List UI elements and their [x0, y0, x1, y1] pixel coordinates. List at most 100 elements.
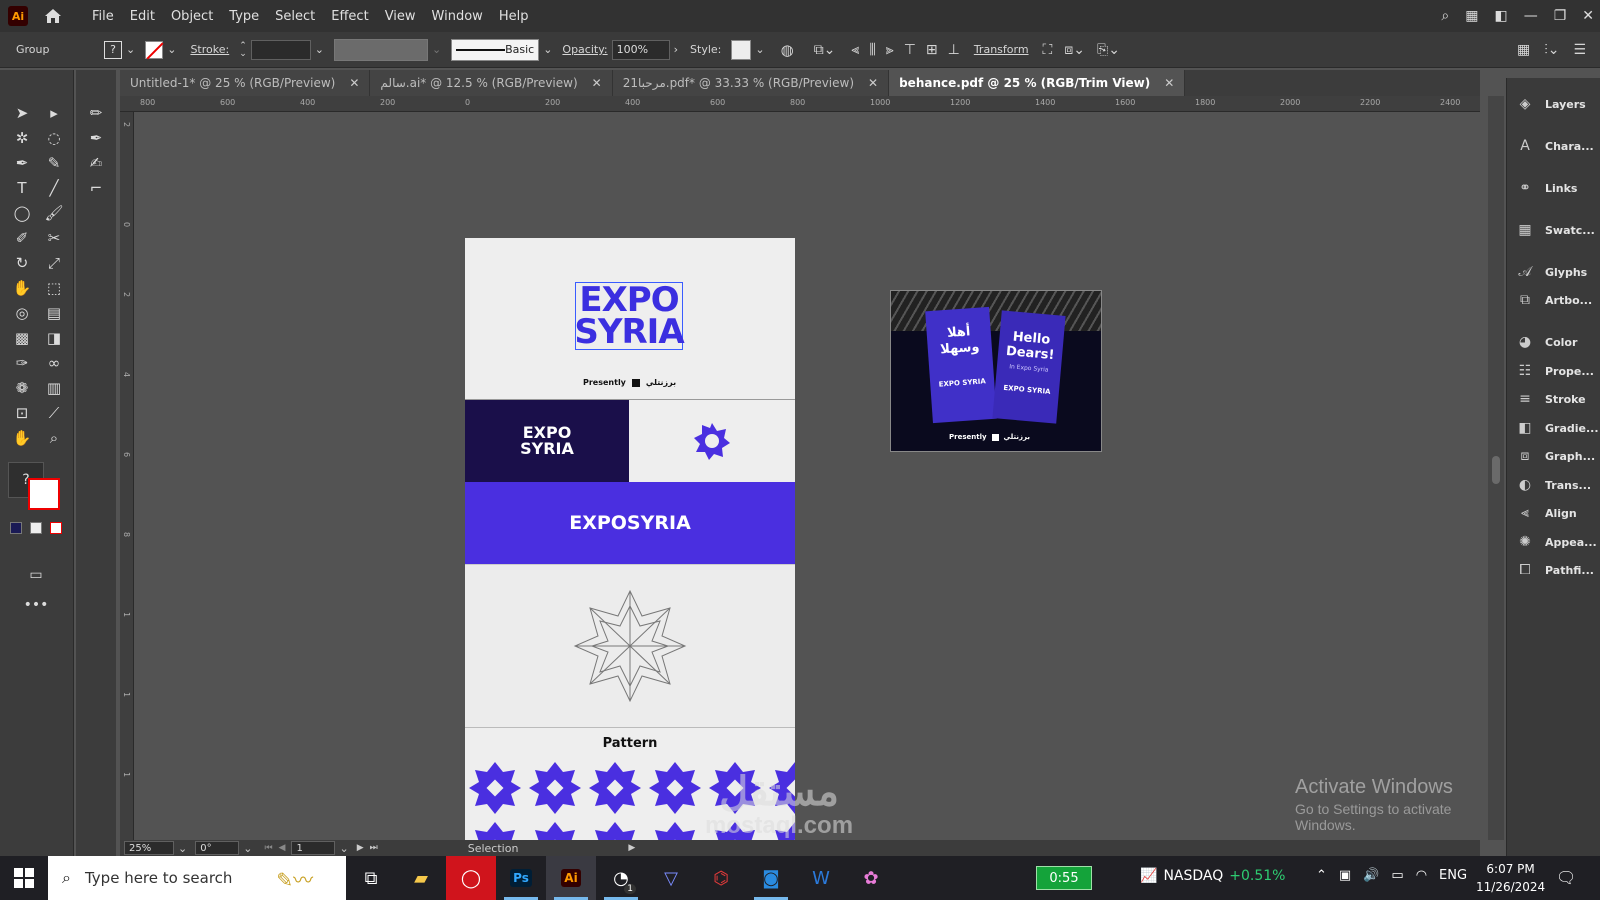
- tab-salem[interactable]: سالم.ai* @ 12.5 % (RGB/Preview) ✕: [370, 70, 613, 96]
- close-icon[interactable]: ✕: [1582, 8, 1594, 24]
- tab-behance[interactable]: behance.pdf @ 25 % (RGB/Trim View) ✕: [889, 70, 1186, 96]
- task-view-icon[interactable]: ⧉: [346, 856, 396, 900]
- panel-pathfinder[interactable]: ⧠ Pathfi...: [1515, 562, 1594, 578]
- horizontal-ruler[interactable]: 800 600 400 200 0 200 400 600 800 1000 1…: [120, 96, 1480, 112]
- scroll-thumb[interactable]: [1492, 456, 1500, 484]
- gradient-mode-icon[interactable]: [30, 522, 42, 534]
- selected-logo-group[interactable]: EXPO SYRIA: [574, 282, 685, 350]
- magic-wand-icon[interactable]: ✲: [10, 127, 34, 149]
- graph-tool-icon[interactable]: ▥: [42, 377, 66, 399]
- align-right-icon[interactable]: ⫸: [886, 42, 894, 58]
- vertical-scrollbar[interactable]: [1488, 96, 1504, 840]
- ellipse-tool-icon[interactable]: ◯: [10, 202, 34, 224]
- file-explorer-icon[interactable]: ▰: [396, 856, 446, 900]
- arrange-icon[interactable]: ⧈⌄: [1064, 42, 1085, 58]
- artboard-tool-icon[interactable]: ⊡: [10, 402, 34, 424]
- artboard-number-field[interactable]: 1: [291, 841, 336, 855]
- clock[interactable]: 6:07 PM 11/26/2024: [1476, 860, 1545, 896]
- rotation-field[interactable]: 0°: [195, 841, 240, 855]
- fill-swatch[interactable]: ? ⌄: [104, 40, 135, 59]
- opera-icon[interactable]: ◯: [446, 856, 496, 900]
- menu-object[interactable]: Object: [163, 9, 221, 24]
- tab-marhaba[interactable]: 21مرحبا.pdf* @ 33.33 % (RGB/Preview) ✕: [612, 70, 890, 96]
- chevron-right-icon[interactable]: ›: [674, 43, 678, 56]
- battery-icon[interactable]: ▭: [1391, 868, 1403, 883]
- align-to-icon[interactable]: ⧉⌄: [814, 42, 836, 58]
- pen-tool-icon[interactable]: ✒: [10, 152, 34, 174]
- acrobat-icon[interactable]: ⌬: [696, 856, 746, 900]
- close-icon[interactable]: ✕: [349, 76, 359, 90]
- prev-artboard-icon[interactable]: ◀: [279, 843, 286, 853]
- volume-icon[interactable]: 🔊: [1363, 868, 1379, 883]
- chevron-up-icon[interactable]: ⌃: [1316, 868, 1327, 883]
- panel-character[interactable]: A Chara...: [1515, 138, 1594, 154]
- photoshop-icon[interactable]: Ps: [496, 856, 546, 900]
- chevron-down-icon[interactable]: ⌄: [339, 842, 348, 855]
- rotate-tool-icon[interactable]: ↻: [10, 252, 34, 274]
- zoom-field[interactable]: 25%: [124, 841, 174, 855]
- tab-untitled[interactable]: Untitled-1* @ 25 % (RGB/Preview) ✕: [120, 70, 371, 96]
- word-icon[interactable]: W: [796, 856, 846, 900]
- opacity-field[interactable]: 100%: [611, 39, 670, 60]
- taskbar-search[interactable]: ⌕ Type here to search ✎〰: [48, 856, 346, 900]
- curvature-tool-icon[interactable]: ✎: [42, 152, 66, 174]
- panel-properties[interactable]: ☷ Prope...: [1515, 363, 1594, 379]
- outlook-icon[interactable]: ◙: [746, 856, 796, 900]
- stock-widget[interactable]: 📈 NASDAQ +0.51%: [1140, 868, 1285, 884]
- corner-tool-icon[interactable]: ⌐: [84, 177, 108, 199]
- menu-select[interactable]: Select: [267, 9, 323, 24]
- stroke-label[interactable]: Stroke:: [190, 43, 229, 56]
- chevron-down-icon[interactable]: ⌄: [178, 842, 187, 855]
- warp-icon[interactable]: ⎘⌄: [1097, 42, 1120, 58]
- blend-tool-icon[interactable]: ∞: [42, 352, 66, 374]
- menu-type[interactable]: Type: [221, 9, 267, 24]
- hand-tool-icon[interactable]: ✋: [10, 427, 34, 449]
- panel-appearance[interactable]: ✺ Appea...: [1515, 534, 1597, 550]
- next-artboard-icon[interactable]: ▶: [357, 843, 364, 853]
- panel-links[interactable]: ⚭ Links: [1515, 180, 1577, 196]
- scissors-icon[interactable]: ✂: [42, 227, 66, 249]
- style-swatch[interactable]: ⌄: [731, 39, 765, 60]
- paintbrush-icon[interactable]: 🖌: [42, 202, 66, 224]
- first-artboard-icon[interactable]: ⏮: [264, 843, 272, 853]
- screen-mode-icon[interactable]: ▭: [24, 564, 48, 586]
- more-tools-icon[interactable]: •••: [24, 594, 49, 616]
- color-mode-icon[interactable]: [10, 522, 22, 534]
- chevron-down-icon[interactable]: ⌄: [543, 43, 552, 56]
- language-indicator[interactable]: ENG: [1439, 868, 1467, 883]
- panel-artboards[interactable]: ⧉ Artbo...: [1515, 292, 1592, 308]
- stroke-weight-field[interactable]: [250, 39, 311, 60]
- zoom-tool-icon[interactable]: ⌕: [42, 427, 66, 449]
- gradient-tool-icon[interactable]: ◨: [42, 327, 66, 349]
- panel-graphic-styles[interactable]: ⧈ Graph...: [1515, 448, 1596, 464]
- align-left-icon[interactable]: ⫷: [851, 42, 859, 58]
- close-icon[interactable]: ✕: [1164, 76, 1174, 90]
- distribute-icon[interactable]: ⫶⌄: [1544, 42, 1559, 58]
- chevron-down-icon[interactable]: ⌄: [167, 43, 176, 56]
- shape-builder-icon[interactable]: ◎: [10, 302, 34, 324]
- align-center-icon[interactable]: ⫼: [869, 42, 875, 58]
- opacity-label[interactable]: Opacity:: [562, 43, 607, 56]
- symbol-sprayer-icon[interactable]: ❁: [10, 377, 34, 399]
- vpn-icon[interactable]: ▽: [646, 856, 696, 900]
- chevron-down-icon[interactable]: ⌄: [126, 43, 135, 56]
- panel-stroke[interactable]: ≡ Stroke: [1515, 391, 1586, 407]
- panel-transparency[interactable]: ◐ Trans...: [1515, 477, 1591, 493]
- close-icon[interactable]: ✕: [592, 76, 602, 90]
- transform-link[interactable]: Transform: [974, 43, 1029, 56]
- slice-tool-icon[interactable]: ⟋: [42, 402, 66, 424]
- vertical-ruler[interactable]: 2 0 2 4 6 8 1 1 1: [120, 112, 134, 840]
- menu-file[interactable]: File: [84, 9, 122, 24]
- pencil-tool-icon[interactable]: ✏: [84, 102, 108, 124]
- restore-icon[interactable]: ❐: [1554, 8, 1567, 24]
- battery-timer[interactable]: 0:55: [1036, 866, 1092, 890]
- stroke-indicator-icon[interactable]: [28, 478, 60, 510]
- mesh-tool-icon[interactable]: ▩: [10, 327, 34, 349]
- live-paint-icon[interactable]: ▤: [42, 302, 66, 324]
- align-bottom-icon[interactable]: ⊥: [948, 42, 960, 58]
- selection-tool-icon[interactable]: ➤: [10, 102, 34, 124]
- scale-tool-icon[interactable]: ⤢: [42, 252, 66, 274]
- home-icon[interactable]: [42, 5, 64, 27]
- copilot-icon[interactable]: ✿: [846, 856, 896, 900]
- menu-help[interactable]: Help: [491, 9, 537, 24]
